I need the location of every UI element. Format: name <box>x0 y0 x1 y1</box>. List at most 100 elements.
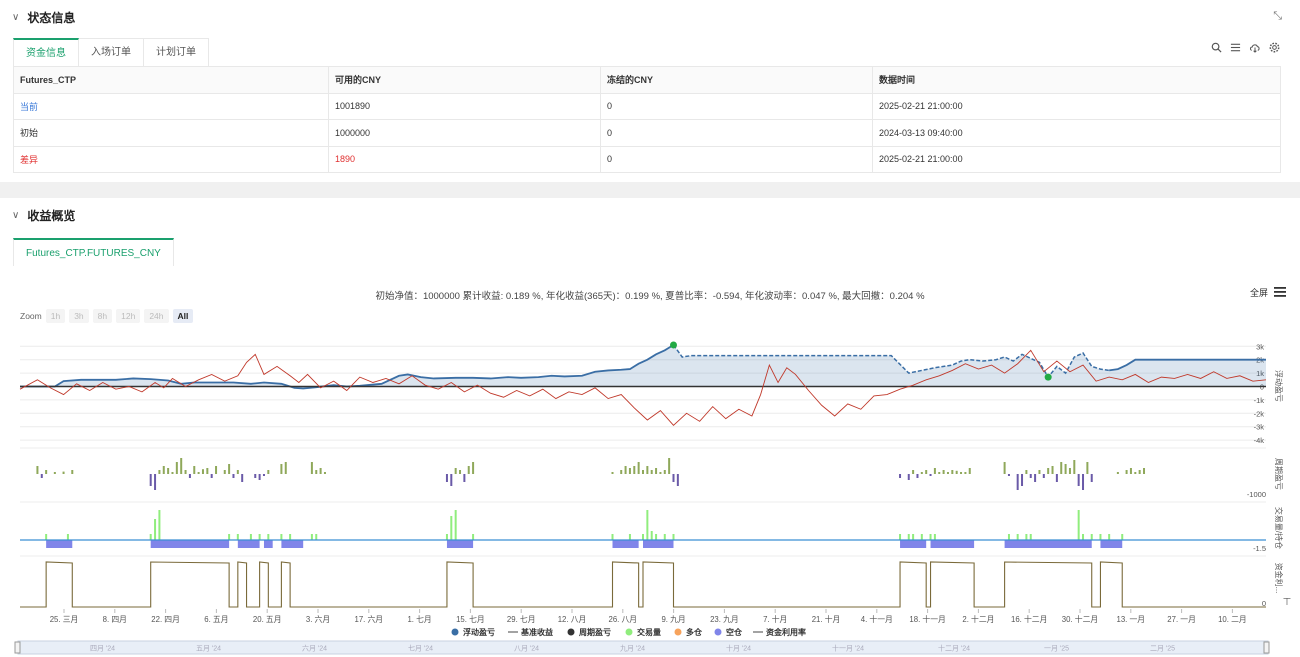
short-position-bar <box>900 540 927 548</box>
period-bar <box>925 470 928 474</box>
funds-table: Futures_CTP 可用的CNY 冻结的CNY 数据时间 当前 100189… <box>13 66 1281 173</box>
volume-bar <box>267 534 270 540</box>
pane-title: 资金利... <box>1274 563 1284 594</box>
performance-chart[interactable]: 3k2k1k0-1k-2k-3k-4k浮动盈亏-1000周期盈亏-1.5交易量/… <box>0 328 1300 657</box>
zoom-8h-button[interactable]: 8h <box>92 309 113 323</box>
period-bar <box>1042 474 1045 478</box>
period-bar <box>628 468 631 474</box>
navigator-label: 八月 '24 <box>514 645 539 653</box>
period-bar <box>40 474 43 478</box>
tab-entry-orders[interactable]: 入场订单 <box>79 38 144 66</box>
x-tick-label: 21. 十月 <box>812 614 841 624</box>
table-row: 差异 1890 0 2025-02-21 21:00:00 <box>13 145 1281 173</box>
navigator-label: 二月 '25 <box>1150 645 1175 653</box>
period-bar <box>228 464 231 474</box>
tab-plan-orders[interactable]: 计划订单 <box>144 38 209 66</box>
x-tick-label: 29. 七月 <box>507 615 536 624</box>
utilization-line <box>20 561 1266 608</box>
navigator-handle-left <box>14 641 21 654</box>
column-header[interactable]: 可用的CNY <box>328 66 601 94</box>
status-tabs: 资金信息 入场订单 计划订单 <box>13 38 209 66</box>
period-bar <box>1138 470 1141 474</box>
short-position-bar <box>281 540 304 548</box>
volume-bar <box>154 519 157 540</box>
status-section-header[interactable]: ∨ 状态信息 <box>12 9 75 26</box>
tab-funds[interactable]: 资金信息 <box>13 38 79 66</box>
x-tick-label: 27. 一月 <box>1167 615 1196 624</box>
short-position-bar <box>446 540 474 548</box>
period-bar <box>1016 474 1019 490</box>
period-bar <box>1025 470 1028 474</box>
period-bar <box>236 470 239 474</box>
perf-section-header[interactable]: ∨ 收益概览 <box>12 207 75 224</box>
volume-bar <box>1025 534 1028 540</box>
menu-icon[interactable] <box>1274 286 1286 299</box>
navigator-label: 十二月 '24 <box>938 644 970 653</box>
period-bar <box>193 466 196 474</box>
list-icon[interactable] <box>1230 42 1241 56</box>
period-bar <box>450 474 453 486</box>
period-bar <box>960 472 963 474</box>
fullscreen-button[interactable]: 全屏 <box>1250 286 1268 299</box>
navigator-handle-right <box>1263 641 1270 654</box>
gear-icon[interactable] <box>1269 42 1280 56</box>
period-bar <box>620 470 623 474</box>
period-bar <box>154 474 157 490</box>
x-tick-label: 23. 九月 <box>710 615 739 624</box>
volume-bar <box>1108 534 1111 540</box>
x-tick-label: 20. 五月 <box>253 615 282 624</box>
period-bar <box>467 466 470 474</box>
column-header[interactable]: Futures_CTP <box>13 66 329 94</box>
chevron-down-icon[interactable]: ∨ <box>12 12 19 23</box>
period-bar <box>1029 474 1032 478</box>
column-header[interactable]: 冻结的CNY <box>600 66 873 94</box>
short-position-bar <box>643 540 674 548</box>
period-bar <box>262 474 265 476</box>
y-tick-label: -1k <box>1254 396 1265 405</box>
period-bar <box>951 470 954 474</box>
period-bar <box>171 472 174 474</box>
y-tick-label: -4k <box>1254 436 1265 445</box>
pane-title: 浮动盈亏 <box>1274 370 1284 402</box>
cloud-download-icon[interactable] <box>1249 42 1261 56</box>
tab-futures-ctp[interactable]: Futures_CTP.FUTURES_CNY <box>13 238 174 266</box>
row-label-diff: 差异 <box>13 145 329 173</box>
volume-bar <box>1121 534 1124 540</box>
trade-marker <box>1044 373 1052 381</box>
column-header[interactable]: 数据时间 <box>872 66 1281 94</box>
period-bar <box>180 458 183 474</box>
period-bar <box>1129 468 1132 474</box>
period-bar <box>149 474 152 486</box>
period-bar <box>1034 474 1037 482</box>
zoom-24h-button[interactable]: 24h <box>144 309 169 323</box>
zoom-1h-button[interactable]: 1h <box>45 309 66 323</box>
chevron-down-icon[interactable]: ∨ <box>12 210 19 221</box>
perf-title: 收益概览 <box>27 209 76 223</box>
period-bar <box>1068 468 1071 474</box>
period-bar <box>454 468 457 474</box>
period-bar <box>668 458 671 474</box>
zoom-all-button[interactable]: All <box>172 309 194 323</box>
zoom-3h-button[interactable]: 3h <box>69 309 89 323</box>
search-icon[interactable] <box>1211 42 1222 56</box>
period-bar <box>472 462 475 474</box>
collapse-icon[interactable]: ⤡ <box>1273 10 1282 23</box>
y-tick-label: -1000 <box>1247 490 1266 499</box>
legend-label: 空仓 <box>726 627 743 637</box>
pane-title: 周期盈亏 <box>1274 458 1283 490</box>
x-tick-label: 25. 三月 <box>50 615 79 624</box>
volume-bar <box>907 534 910 540</box>
period-bar <box>254 474 257 478</box>
period-bar <box>672 474 675 482</box>
zoom-12h-button[interactable]: 12h <box>116 309 141 323</box>
available-cell: 1890 <box>328 145 601 173</box>
period-bar <box>938 472 941 474</box>
legend-marker <box>674 628 682 636</box>
period-bar <box>659 472 662 474</box>
period-bar <box>920 472 923 474</box>
performance-panel: ∨ 收益概览 Futures_CTP.FUTURES_CNY 初始净值：1000… <box>0 198 1300 657</box>
period-bar <box>929 474 932 476</box>
x-tick-label: 6. 五月 <box>204 615 228 624</box>
period-bar <box>197 472 200 474</box>
period-bar <box>162 466 165 474</box>
